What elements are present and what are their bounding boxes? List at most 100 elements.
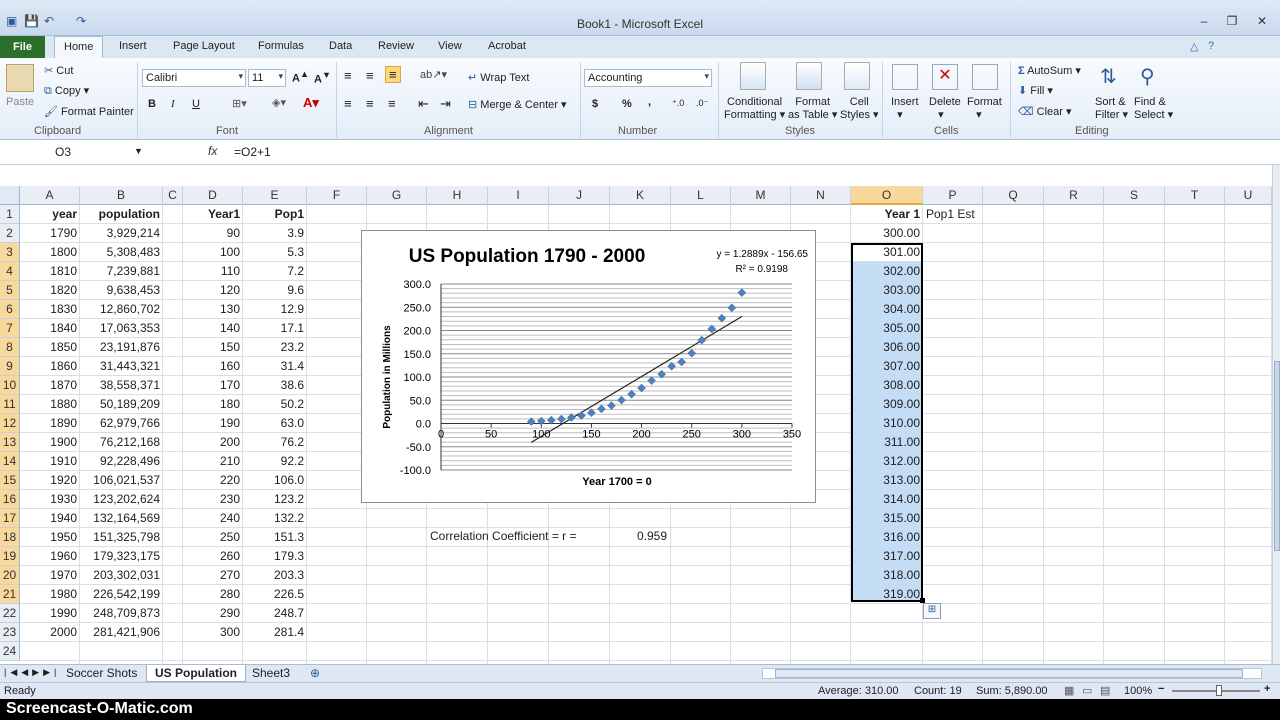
cell-pop1[interactable]: 38.6 [243,376,307,395]
borders-icon[interactable]: ⊞▾ [232,97,247,110]
name-box[interactable]: O3 [0,144,146,162]
grow-font-icon[interactable]: A▲ [292,69,309,85]
column-header-u[interactable]: U [1225,186,1272,205]
cell-population[interactable]: 226,542,199 [80,585,163,604]
row-header-17[interactable]: 17 [0,509,20,528]
cell-year1[interactable]: 90 [183,224,243,243]
cell-year1[interactable]: 200 [183,433,243,452]
copy-button[interactable]: ⧉ Copy ▾ [44,84,89,98]
column-header-c[interactable]: C [163,186,183,205]
cell-population[interactable]: 106,021,537 [80,471,163,490]
cell-year[interactable]: 1940 [20,509,80,528]
row-header-23[interactable]: 23 [0,623,20,642]
paste-icon[interactable] [6,64,34,92]
cell-pop1[interactable]: 63.0 [243,414,307,433]
cell-year[interactable]: 1830 [20,300,80,319]
cell-population[interactable]: 203,302,031 [80,566,163,585]
tab-formulas[interactable]: Formulas [258,40,304,52]
tab-insert[interactable]: Insert [119,40,147,52]
cell-pop1[interactable]: 179.3 [243,547,307,566]
align-bottom-icon[interactable]: ≡ [385,66,401,83]
cell-population[interactable]: 38,558,371 [80,376,163,395]
cell-population[interactable]: 132,164,569 [80,509,163,528]
cell-pop1[interactable]: 5.3 [243,243,307,262]
cell-pop1[interactable]: 248.7 [243,604,307,623]
align-left-icon[interactable]: ≡ [344,96,352,111]
column-header-p[interactable]: P [923,186,983,205]
column-header-e[interactable]: E [243,186,307,205]
conditional-formatting-button[interactable]: Conditional Formatting ▾ [724,96,785,121]
insert-function-button[interactable]: fx [208,144,217,158]
row-header-4[interactable]: 4 [0,262,20,281]
row-header-13[interactable]: 13 [0,433,20,452]
header-pop1[interactable]: Pop1 [243,205,307,224]
cell-pop1[interactable]: 203.3 [243,566,307,585]
cell-year1[interactable]: 290 [183,604,243,623]
cell-year[interactable]: 1860 [20,357,80,376]
cell-year[interactable]: 1990 [20,604,80,623]
font-color-icon[interactable]: A▾ [303,95,319,111]
vertical-scroll-thumb[interactable] [1274,361,1280,551]
format-as-table-button[interactable]: Format as Table ▾ [788,96,837,121]
view-normal-icon[interactable]: ▦ [1064,684,1074,697]
minimize-button[interactable]: – [1190,14,1218,30]
font-size-select[interactable]: 11 ▾ [248,69,286,87]
select-all-corner[interactable] [0,186,20,205]
cell-population[interactable]: 3,929,214 [80,224,163,243]
row-header-2[interactable]: 2 [0,224,20,243]
vertical-scrollbar[interactable] [1272,165,1280,664]
cell-pop1[interactable]: 281.4 [243,623,307,642]
cell-year[interactable]: 1900 [20,433,80,452]
shrink-font-icon[interactable]: A▼ [314,70,331,86]
sheet-tab-us-population[interactable]: US Population [146,665,246,682]
currency-button[interactable]: $ [592,98,598,110]
cell-pop1[interactable]: 92.2 [243,452,307,471]
row-header-11[interactable]: 11 [0,395,20,414]
header-year1[interactable]: Year1 [183,205,243,224]
cell-year1[interactable]: 150 [183,338,243,357]
column-header-r[interactable]: R [1044,186,1104,205]
minimize-ribbon-icon[interactable]: △ [1190,40,1198,53]
cell-population[interactable]: 151,325,798 [80,528,163,547]
autosum-button[interactable]: Σ AutoSum ▾ [1018,64,1081,77]
row-header-22[interactable]: 22 [0,604,20,623]
tab-view[interactable]: View [438,40,462,52]
paste-button[interactable]: Paste [6,96,34,108]
column-header-s[interactable]: S [1104,186,1165,205]
formula-input[interactable]: =O2+1 [234,145,271,159]
cell-population[interactable]: 92,228,496 [80,452,163,471]
horizontal-scroll-thumb[interactable] [775,669,1243,678]
cell-pop1[interactable]: 76.2 [243,433,307,452]
cell-population[interactable]: 50,189,209 [80,395,163,414]
bold-button[interactable]: B [148,98,156,110]
sheet-tab-sheet3[interactable]: Sheet3 [244,665,298,682]
cell-year1[interactable]: 260 [183,547,243,566]
row-header-8[interactable]: 8 [0,338,20,357]
cell-year1[interactable]: 170 [183,376,243,395]
row-header-10[interactable]: 10 [0,376,20,395]
cell-o-value[interactable]: 300.00 [851,224,923,243]
zoom-level[interactable]: 100% [1124,685,1152,697]
decrease-decimal-icon[interactable]: .0⁻ [696,98,708,109]
cell-pop1[interactable]: 226.5 [243,585,307,604]
row-header-12[interactable]: 12 [0,414,20,433]
cell-year[interactable]: 1960 [20,547,80,566]
cell-year1[interactable]: 280 [183,585,243,604]
cell-population[interactable]: 7,239,881 [80,262,163,281]
cell-year[interactable]: 1870 [20,376,80,395]
cell-population[interactable]: 31,443,321 [80,357,163,376]
cell-pop1[interactable]: 7.2 [243,262,307,281]
header-population[interactable]: population [80,205,163,224]
comma-button[interactable]: , [648,96,651,108]
percent-button[interactable]: % [622,98,632,110]
row-header-6[interactable]: 6 [0,300,20,319]
cell-population[interactable]: 179,323,175 [80,547,163,566]
clear-button[interactable]: ⌫ Clear ▾ [1018,105,1072,118]
cell-population[interactable]: 248,709,873 [80,604,163,623]
cell-pop1[interactable]: 106.0 [243,471,307,490]
row-header-14[interactable]: 14 [0,452,20,471]
format-button[interactable]: Format ▾ [967,96,1002,121]
cell-pop1[interactable]: 17.1 [243,319,307,338]
row-header-21[interactable]: 21 [0,585,20,604]
column-header-j[interactable]: J [549,186,610,205]
